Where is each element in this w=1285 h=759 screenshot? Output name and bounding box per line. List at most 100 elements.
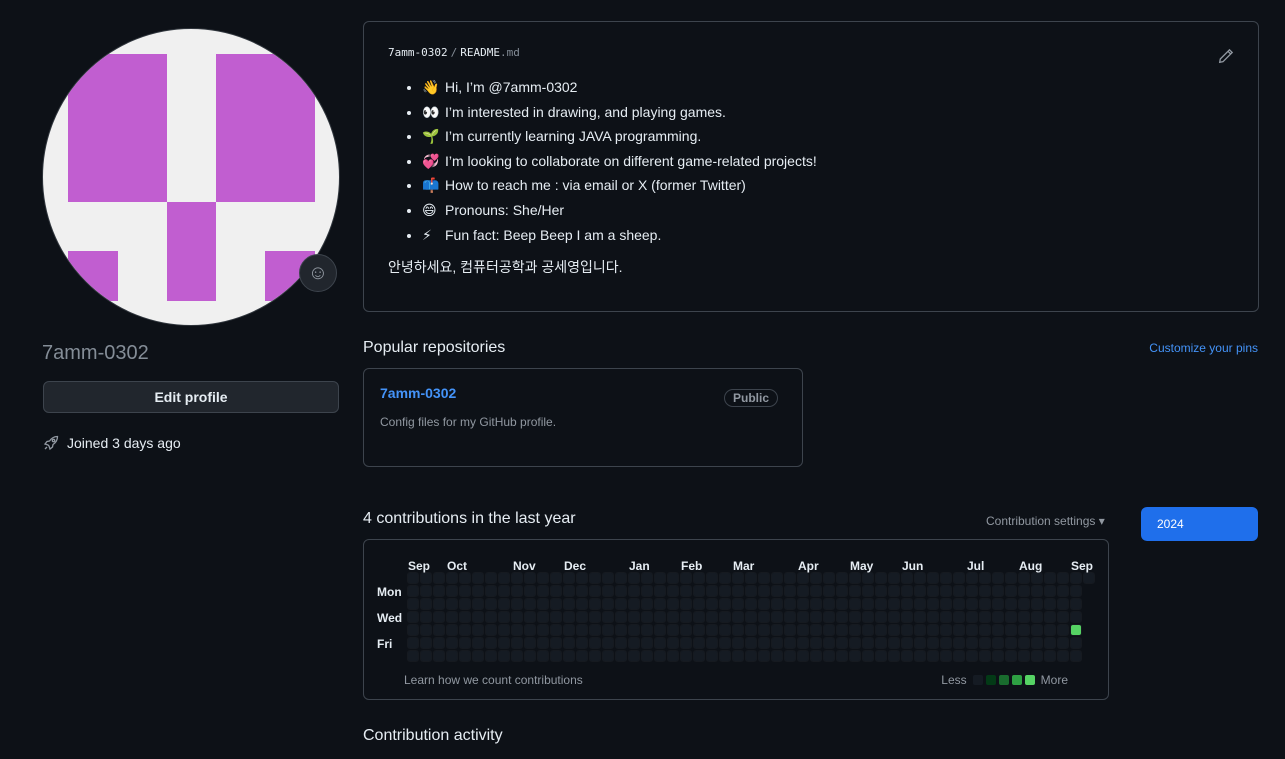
contribution-day[interactable] [797, 637, 809, 649]
contribution-day[interactable] [888, 611, 900, 623]
contribution-day[interactable] [1005, 624, 1017, 636]
contribution-day[interactable] [979, 624, 991, 636]
contribution-day[interactable] [654, 585, 666, 597]
contribution-day[interactable] [1031, 598, 1043, 610]
contribution-day[interactable] [680, 611, 692, 623]
contribution-day[interactable] [966, 598, 978, 610]
contribution-day[interactable] [446, 650, 458, 662]
contribution-day[interactable] [1005, 611, 1017, 623]
contribution-day[interactable] [823, 598, 835, 610]
contribution-day[interactable] [836, 585, 848, 597]
contribution-day[interactable] [537, 650, 549, 662]
contribution-day[interactable] [641, 624, 653, 636]
contribution-day[interactable] [719, 598, 731, 610]
contribution-day[interactable] [459, 624, 471, 636]
contribution-day[interactable] [758, 572, 770, 584]
contribution-day[interactable] [615, 611, 627, 623]
contribution-day[interactable] [576, 650, 588, 662]
contribution-day[interactable] [602, 637, 614, 649]
contribution-day[interactable] [862, 611, 874, 623]
contribution-day[interactable] [784, 637, 796, 649]
contribution-day[interactable] [849, 611, 861, 623]
contribution-day[interactable] [693, 637, 705, 649]
contribution-day[interactable] [966, 585, 978, 597]
contribution-day[interactable] [563, 572, 575, 584]
contribution-day[interactable] [446, 611, 458, 623]
contribution-day[interactable] [836, 598, 848, 610]
contribution-day[interactable] [901, 572, 913, 584]
contribution-day[interactable] [966, 611, 978, 623]
contribution-day[interactable] [940, 650, 952, 662]
contribution-day[interactable] [602, 572, 614, 584]
contribution-day[interactable] [576, 598, 588, 610]
contribution-day[interactable] [446, 624, 458, 636]
contribution-day[interactable] [797, 585, 809, 597]
contribution-day[interactable] [407, 637, 419, 649]
contribution-day[interactable] [1044, 624, 1056, 636]
contribution-day[interactable] [1005, 598, 1017, 610]
contribution-day[interactable] [524, 585, 536, 597]
contribution-day[interactable] [537, 598, 549, 610]
contribution-day[interactable] [719, 624, 731, 636]
contribution-day[interactable] [849, 624, 861, 636]
contribution-day[interactable] [810, 624, 822, 636]
contribution-day[interactable] [992, 650, 1004, 662]
contribution-day[interactable] [1044, 637, 1056, 649]
contribution-day[interactable] [537, 624, 549, 636]
contribution-day[interactable] [641, 611, 653, 623]
contribution-day[interactable] [823, 585, 835, 597]
contribution-day[interactable] [524, 611, 536, 623]
contribution-day[interactable] [576, 624, 588, 636]
contribution-day[interactable] [992, 598, 1004, 610]
contribution-day[interactable] [537, 585, 549, 597]
contribution-day[interactable] [524, 572, 536, 584]
contribution-day[interactable] [706, 650, 718, 662]
contribution-day[interactable] [862, 572, 874, 584]
contribution-day[interactable] [654, 611, 666, 623]
contribution-day[interactable] [1005, 637, 1017, 649]
contribution-day[interactable] [472, 637, 484, 649]
contribution-day[interactable] [758, 624, 770, 636]
contribution-day[interactable] [745, 598, 757, 610]
set-status-button[interactable]: ☺ [299, 254, 337, 292]
contribution-day[interactable] [927, 637, 939, 649]
contribution-day[interactable] [771, 650, 783, 662]
contribution-day[interactable] [901, 637, 913, 649]
contribution-day[interactable] [654, 650, 666, 662]
contribution-day[interactable] [927, 585, 939, 597]
contribution-day[interactable] [602, 611, 614, 623]
contribution-day[interactable] [602, 598, 614, 610]
contribution-day[interactable] [615, 637, 627, 649]
contribution-day[interactable] [927, 572, 939, 584]
contribution-day[interactable] [407, 611, 419, 623]
contribution-day[interactable] [667, 650, 679, 662]
contribution-day[interactable] [459, 637, 471, 649]
contribution-day[interactable] [836, 637, 848, 649]
contribution-day[interactable] [862, 585, 874, 597]
contribution-day[interactable] [615, 598, 627, 610]
contribution-day[interactable] [628, 624, 640, 636]
contribution-day[interactable] [420, 585, 432, 597]
contribution-day[interactable] [654, 598, 666, 610]
contribution-day[interactable] [745, 585, 757, 597]
contribution-day[interactable] [602, 624, 614, 636]
contribution-day[interactable] [693, 572, 705, 584]
contribution-day[interactable] [1057, 585, 1069, 597]
contribution-day[interactable] [888, 598, 900, 610]
contribution-day[interactable] [459, 598, 471, 610]
contribution-day[interactable] [1018, 637, 1030, 649]
contribution-day[interactable] [628, 637, 640, 649]
contribution-day[interactable] [719, 585, 731, 597]
contribution-day[interactable] [927, 611, 939, 623]
contribution-day[interactable] [1070, 611, 1082, 623]
contribution-day[interactable] [914, 637, 926, 649]
contribution-day[interactable] [550, 598, 562, 610]
contribution-day[interactable] [1044, 585, 1056, 597]
contribution-day[interactable] [810, 637, 822, 649]
contribution-day[interactable] [433, 598, 445, 610]
contribution-day[interactable] [862, 637, 874, 649]
contribution-day[interactable] [784, 624, 796, 636]
contribution-day[interactable] [1057, 572, 1069, 584]
contribution-day[interactable] [524, 598, 536, 610]
contribution-day[interactable] [485, 650, 497, 662]
